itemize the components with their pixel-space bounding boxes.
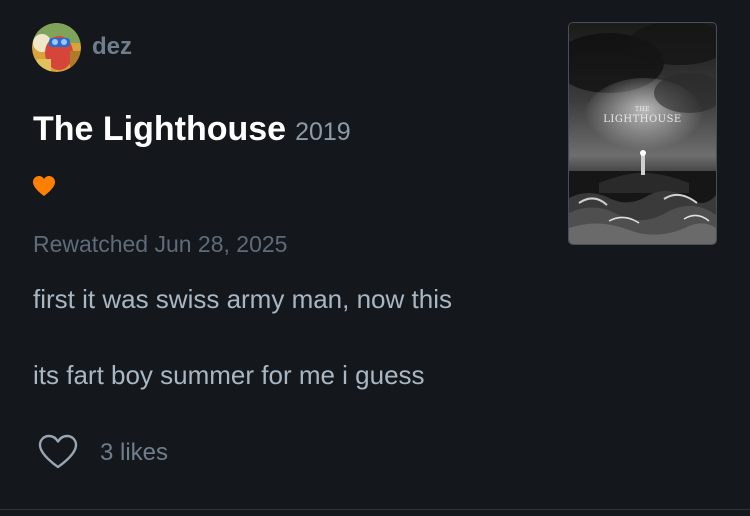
film-poster[interactable]: THE LIGHTHOUSE: [568, 22, 717, 245]
poster-title-big: LIGHTHOUSE: [603, 114, 682, 125]
heart-icon: [33, 176, 55, 196]
likes-count[interactable]: 3 likes: [100, 439, 168, 467]
avatar[interactable]: [32, 22, 81, 72]
poster-artwork: [569, 23, 716, 244]
film-year[interactable]: 2019: [295, 118, 351, 147]
film-title[interactable]: The Lighthouse: [33, 110, 286, 149]
poster-title: THE LIGHTHOUSE: [569, 105, 716, 125]
film-title-row: The Lighthouse 2019: [33, 110, 351, 149]
review-card: dez The Lighthouse 2019 Rewatched Jun 28…: [0, 0, 750, 516]
divider: [0, 509, 750, 510]
review-author[interactable]: dez: [32, 22, 132, 72]
review-text-line: first it was swiss army man, now this: [33, 284, 452, 314]
watch-date: Rewatched Jun 28, 2025: [33, 231, 288, 257]
heart-outline-icon[interactable]: [38, 434, 78, 470]
review-text-line: its fart boy summer for me i guess: [33, 360, 425, 390]
username[interactable]: dez: [92, 33, 132, 61]
